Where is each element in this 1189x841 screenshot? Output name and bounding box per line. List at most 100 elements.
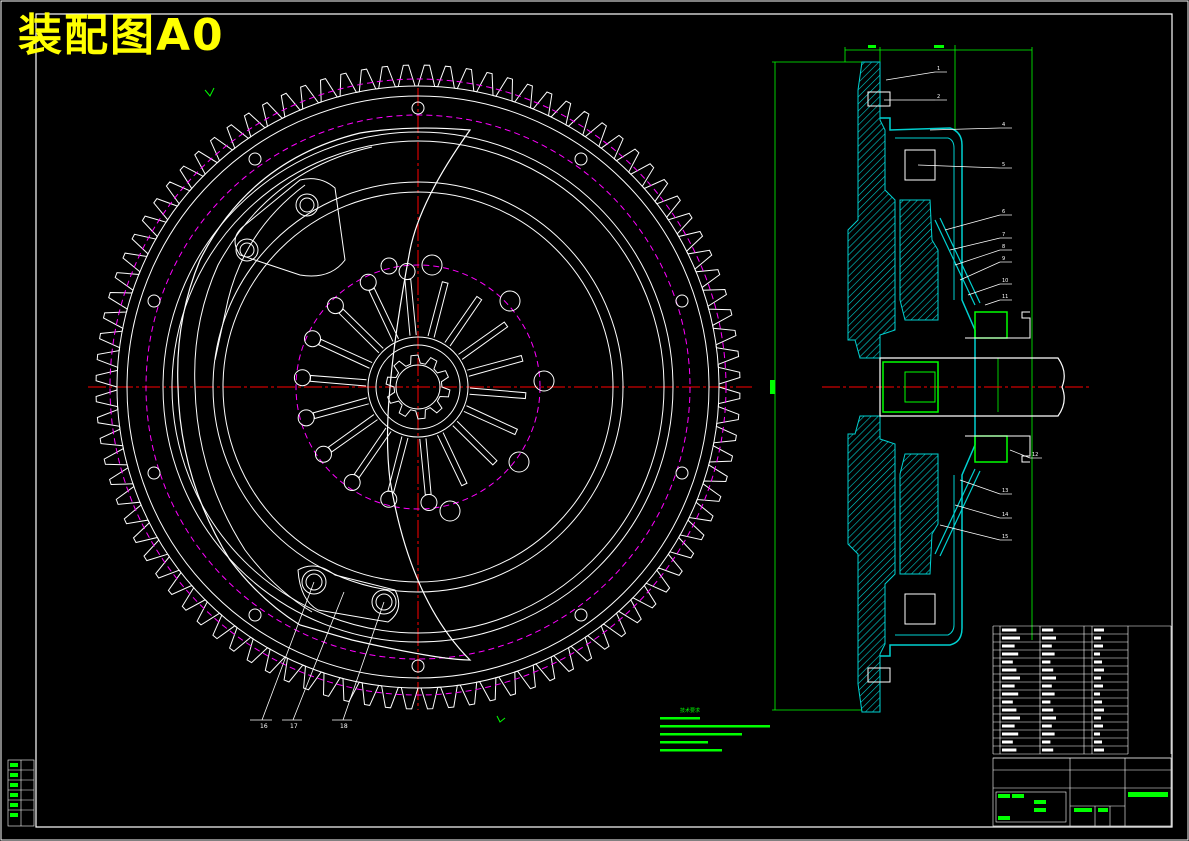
release-bearing-lower (974, 435, 1008, 463)
parts-list-cell-text (1094, 644, 1103, 648)
diaphragm-finger (327, 414, 378, 453)
parts-list-cell-text (1094, 748, 1104, 752)
parts-list-cell-text (1042, 724, 1052, 728)
finger-tip-hole (359, 273, 377, 291)
diaphragm-finger (469, 387, 527, 400)
callout-side: 8 (1002, 244, 1005, 250)
diaphragm-finger (317, 338, 373, 369)
notes-line-5 (660, 749, 722, 752)
parts-list-cell-text (1094, 668, 1104, 672)
parts-list-cell-text (1042, 692, 1055, 696)
leader-line (984, 299, 1001, 306)
parts-list-cell-text (1002, 748, 1017, 752)
parts-list-cell-text (1094, 740, 1102, 744)
drive-strap-lower (297, 565, 400, 623)
parts-list-cell-text (1094, 700, 1102, 704)
finger-tip-hole (297, 409, 315, 427)
parts-list-cell-text (1042, 644, 1052, 648)
parts-list-cell-text (1094, 660, 1102, 664)
parts-list-cell-text (1094, 708, 1104, 712)
release-bearing-upper (974, 311, 1008, 339)
leader-line (949, 237, 1001, 251)
dimension-lines (772, 45, 1033, 711)
finger-tip-hole (326, 297, 344, 315)
technical-notes: 技术要求 (660, 707, 770, 752)
callout-side: 1 (937, 66, 940, 72)
parts-list-cell-text (1094, 692, 1100, 696)
callout-side: 10 (1002, 278, 1008, 284)
parts-list-cell-text (1042, 676, 1056, 680)
callout-side: 15 (1002, 534, 1008, 540)
parts-list-cell-text (1094, 676, 1101, 680)
parts-list-cell-text (1002, 732, 1019, 736)
parts-list-cell-text (1094, 716, 1101, 720)
parts-list-cell-text (1042, 628, 1054, 632)
notes-line-4 (660, 741, 708, 744)
parts-list-cell-text (1002, 660, 1013, 664)
parts-list-cell-text (1002, 740, 1013, 744)
sheet-inner-border (35, 13, 1173, 828)
side-section-view: 12456789101112131415 (770, 45, 1090, 713)
parts-list-cell-text (1002, 652, 1019, 656)
diaphragm-spring-fingers (293, 263, 527, 511)
pressure-plate-lower (899, 453, 939, 575)
callout-16: 16 (260, 723, 268, 730)
callout-side: 4 (1002, 122, 1005, 128)
parts-list-cell-text (1042, 740, 1051, 744)
parts-list-cell-text (1002, 668, 1017, 672)
parts-list-cell-text (1002, 724, 1015, 728)
diaphragm-finger (353, 427, 392, 479)
parts-list-cell-text (1002, 636, 1020, 640)
leader-line (959, 261, 1001, 281)
callout-side: 6 (1002, 209, 1005, 215)
parts-list-cell-text (1002, 628, 1017, 632)
parts-list-cell-text (1002, 684, 1015, 688)
left-revision-strip (7, 759, 35, 827)
diaphragm-finger (427, 281, 449, 338)
pressure-plate-upper (899, 199, 939, 321)
parts-list-cell-text (1094, 628, 1104, 632)
parts-list-cell-text (1042, 700, 1051, 704)
parts-list-cell-text (1094, 732, 1100, 736)
finger-tip-hole (343, 474, 361, 492)
dim-text-width (868, 45, 876, 48)
callout-side: 13 (1002, 488, 1008, 494)
notes-line-2 (660, 725, 770, 728)
parts-list-cell-text (1094, 652, 1100, 656)
parts-list-cell-text (1042, 732, 1055, 736)
diaphragm-finger (338, 308, 384, 354)
parts-list-cell-text (1042, 636, 1056, 640)
callout-side: 9 (1002, 256, 1005, 262)
callout-side: 2 (937, 94, 940, 100)
assembly-drawing: 16 17 18 技术要求 12456789101112131415 (0, 0, 1189, 841)
parts-list-cell-text (1094, 636, 1101, 640)
parts-list (992, 625, 1172, 759)
leader-line (967, 283, 1001, 296)
diaphragm-finger (419, 438, 432, 496)
parts-list-cell-text (1094, 684, 1103, 688)
diaphragm-finger (437, 432, 468, 487)
parts-list-cell-text (1042, 716, 1056, 720)
notes-heading: 技术要求 (680, 707, 700, 714)
view-mark-top (204, 87, 215, 97)
diaphragm-finger (452, 420, 498, 466)
parts-list-cell-text (1002, 708, 1017, 712)
parts-list-cell-text (1002, 676, 1020, 680)
diaphragm-finger (404, 278, 417, 336)
diaphragm-finger (312, 397, 369, 420)
parts-list-cell-text (1042, 668, 1054, 672)
leader-line (944, 214, 1001, 231)
leader-line (917, 164, 1001, 169)
leader-line (1009, 449, 1031, 459)
diaphragm-finger (444, 295, 483, 347)
notes-line-3 (660, 733, 742, 736)
title-block (992, 757, 1172, 827)
cover-plate-inner (194, 146, 373, 613)
dim-text-depth (934, 45, 944, 48)
leader-line (885, 71, 936, 81)
page-title: 装配图A0 (18, 10, 225, 61)
diaphragm-finger (463, 405, 519, 436)
diaphragm-finger (458, 321, 509, 360)
callout-side: 11 (1002, 294, 1008, 300)
parts-list-cell-text (1002, 700, 1013, 704)
